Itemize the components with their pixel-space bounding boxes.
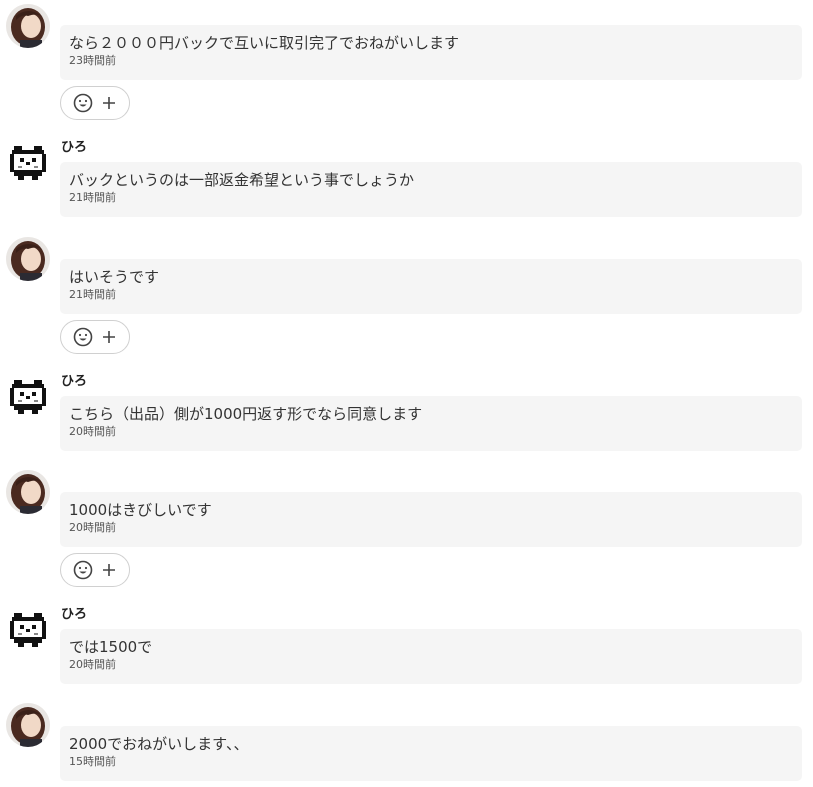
message-timestamp: 20時間前 xyxy=(69,425,116,438)
buyer-avatar[interactable] xyxy=(6,703,50,747)
message-timestamp: 20時間前 xyxy=(69,658,116,671)
plus-icon xyxy=(101,329,117,345)
smiley-face-icon xyxy=(73,327,93,347)
buyer-avatar[interactable] xyxy=(6,237,50,281)
seller-avatar[interactable] xyxy=(6,140,50,184)
sender-name: ひろ xyxy=(61,140,88,155)
message-thread: なら２０００円バックで互いに取引完了でおねがいします 23時間前 ひろ バックと… xyxy=(0,0,813,787)
message-timestamp: 23時間前 xyxy=(69,54,116,67)
seller-avatar[interactable] xyxy=(6,607,50,651)
message-bubble: はいそうです 21時間前 xyxy=(60,259,802,314)
message-bubble: こちら（出品）側が1000円返す形でなら同意します 20時間前 xyxy=(60,396,802,451)
message-timestamp: 15時間前 xyxy=(69,755,116,768)
message-text: 2000でおねがいします、、 xyxy=(69,735,249,753)
message-bubble: 1000はきびしいです 20時間前 xyxy=(60,492,802,547)
buyer-avatar[interactable] xyxy=(6,4,50,48)
reaction-button[interactable] xyxy=(60,553,130,587)
smiley-face-icon xyxy=(73,93,93,113)
sender-name: ひろ xyxy=(61,607,88,622)
smiley-face-icon xyxy=(73,560,93,580)
reaction-button[interactable] xyxy=(60,320,130,354)
message-text: こちら（出品）側が1000円返す形でなら同意します xyxy=(69,405,423,423)
message-text: はいそうです xyxy=(69,268,160,286)
message-bubble: では1500で 20時間前 xyxy=(60,629,802,684)
message-bubble: なら２０００円バックで互いに取引完了でおねがいします 23時間前 xyxy=(60,25,802,80)
seller-avatar[interactable] xyxy=(6,374,50,418)
plus-icon xyxy=(101,562,117,578)
buyer-avatar[interactable] xyxy=(6,470,50,514)
sender-name: ひろ xyxy=(61,374,88,389)
message-timestamp: 20時間前 xyxy=(69,521,116,534)
message-timestamp: 21時間前 xyxy=(69,191,116,204)
message-text: 1000はきびしいです xyxy=(69,501,212,519)
reaction-button[interactable] xyxy=(60,86,130,120)
message-bubble: バックというのは一部返金希望という事でしょうか 21時間前 xyxy=(60,162,802,217)
message-text: なら２０００円バックで互いに取引完了でおねがいします xyxy=(69,34,460,52)
plus-icon xyxy=(101,95,117,111)
message-bubble: 2000でおねがいします、、 15時間前 xyxy=(60,726,802,781)
message-text: では1500で xyxy=(69,638,153,656)
message-timestamp: 21時間前 xyxy=(69,288,116,301)
message-text: バックというのは一部返金希望という事でしょうか xyxy=(69,171,415,189)
